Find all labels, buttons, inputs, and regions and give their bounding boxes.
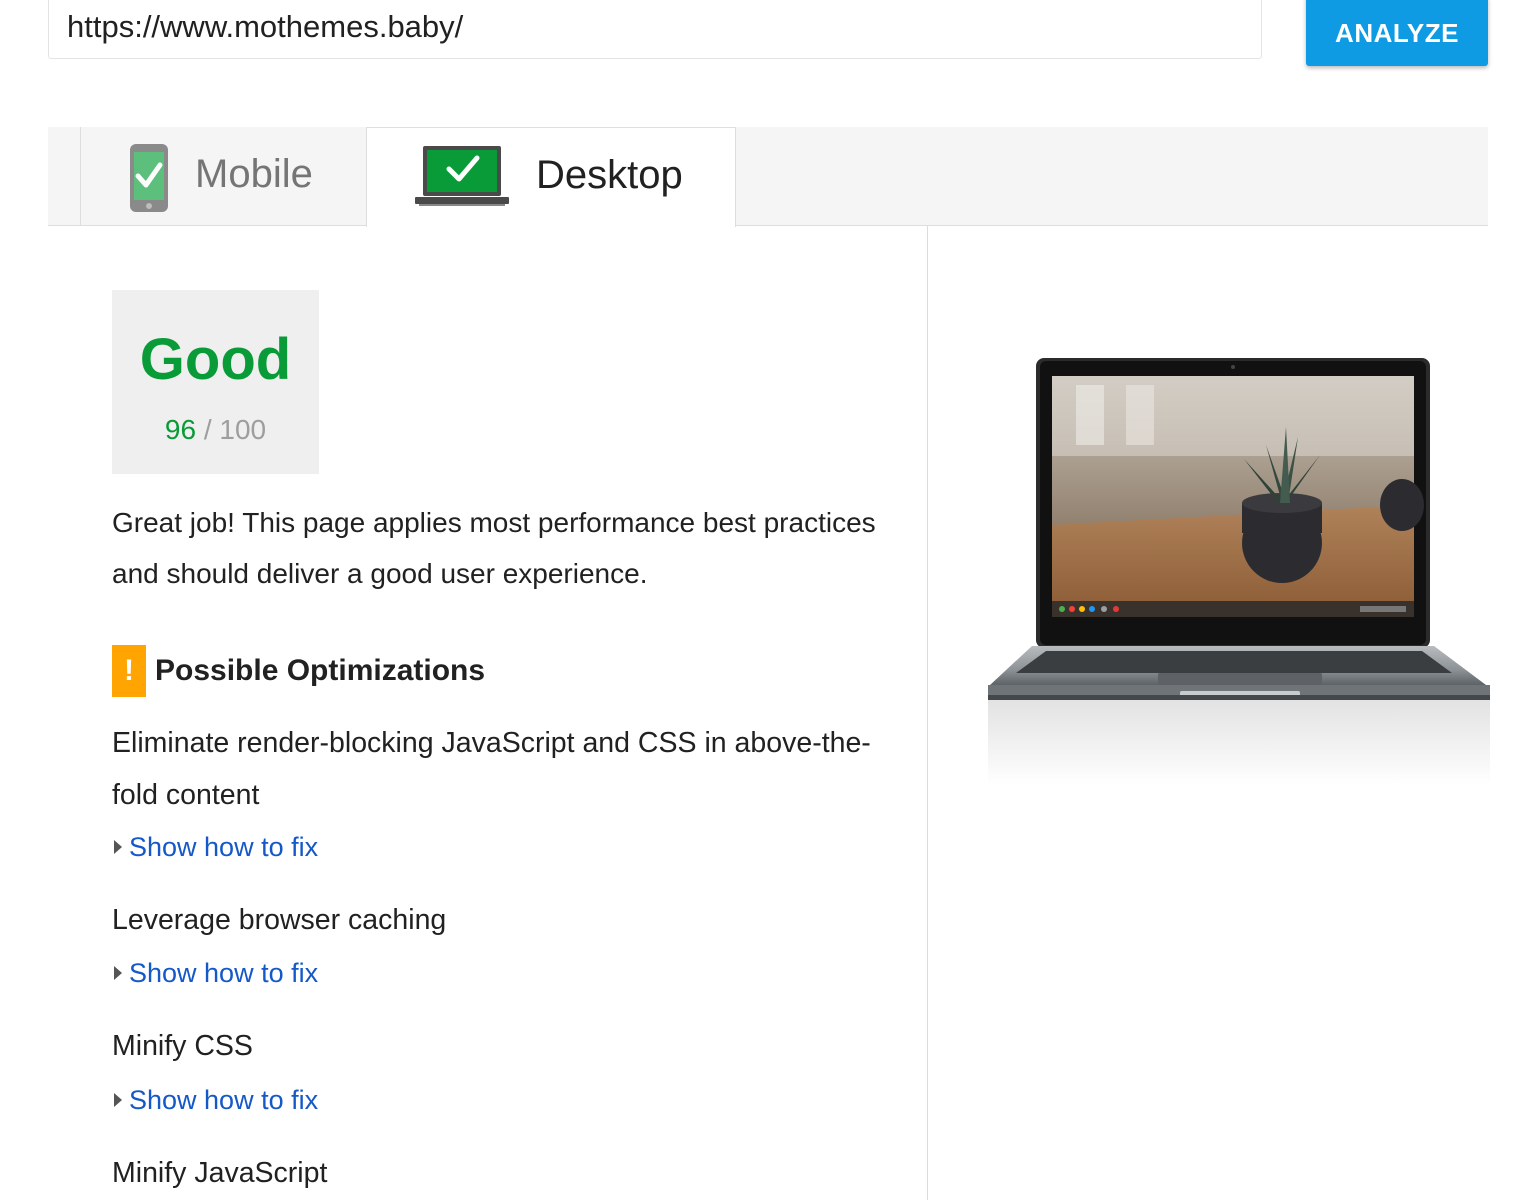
url-input[interactable]: https://www.mothemes.baby/ xyxy=(48,0,1262,59)
optimizations-header: ! Possible Optimizations xyxy=(112,645,485,697)
desktop-check-icon xyxy=(415,144,509,208)
pagespeed-page: { "search": { "url": "https://www.mothem… xyxy=(0,0,1536,1200)
analyze-button[interactable]: ANALYZE xyxy=(1306,0,1488,66)
rule-title: Minify JavaScript xyxy=(112,1157,328,1189)
desktop-screenshot-preview xyxy=(986,355,1490,787)
score-card: Good 96 / 100 xyxy=(112,290,319,474)
caret-right-icon xyxy=(114,840,122,854)
rule-title: Minify CSS xyxy=(112,1030,253,1062)
mobile-check-icon xyxy=(129,143,169,213)
tab-mobile-label: Mobile xyxy=(195,152,313,196)
show-fix-link[interactable]: Show how to fix xyxy=(114,956,318,990)
show-fix-label: Show how to fix xyxy=(129,831,319,862)
tab-desktop[interactable]: Desktop xyxy=(366,127,736,227)
show-fix-link[interactable]: Show how to fix xyxy=(114,1083,318,1117)
caret-right-icon xyxy=(114,1093,122,1107)
column-divider xyxy=(927,226,928,1200)
caret-right-icon xyxy=(114,966,122,980)
score-separator: / xyxy=(203,414,212,445)
show-fix-label: Show how to fix xyxy=(129,957,319,988)
rule-title: Leverage browser caching xyxy=(112,904,447,936)
device-tabs: Mobile Desktop xyxy=(48,127,1488,227)
tab-desktop-label: Desktop xyxy=(536,153,683,197)
optimizations-title: Possible Optimizations xyxy=(155,654,486,687)
score-max: 100 xyxy=(219,414,267,445)
rule-title: Eliminate render-blocking JavaScript and… xyxy=(112,727,871,811)
summary-text: Great job! This page applies most perfor… xyxy=(112,507,876,589)
score-value: 96 xyxy=(164,414,197,445)
show-fix-label: Show how to fix xyxy=(129,1084,319,1115)
warning-icon: ! xyxy=(112,645,146,697)
tab-mobile[interactable]: Mobile xyxy=(80,127,367,226)
score-number: 96 / 100 xyxy=(112,414,319,446)
show-fix-link[interactable]: Show how to fix xyxy=(114,830,318,864)
score-rating: Good xyxy=(139,327,292,392)
